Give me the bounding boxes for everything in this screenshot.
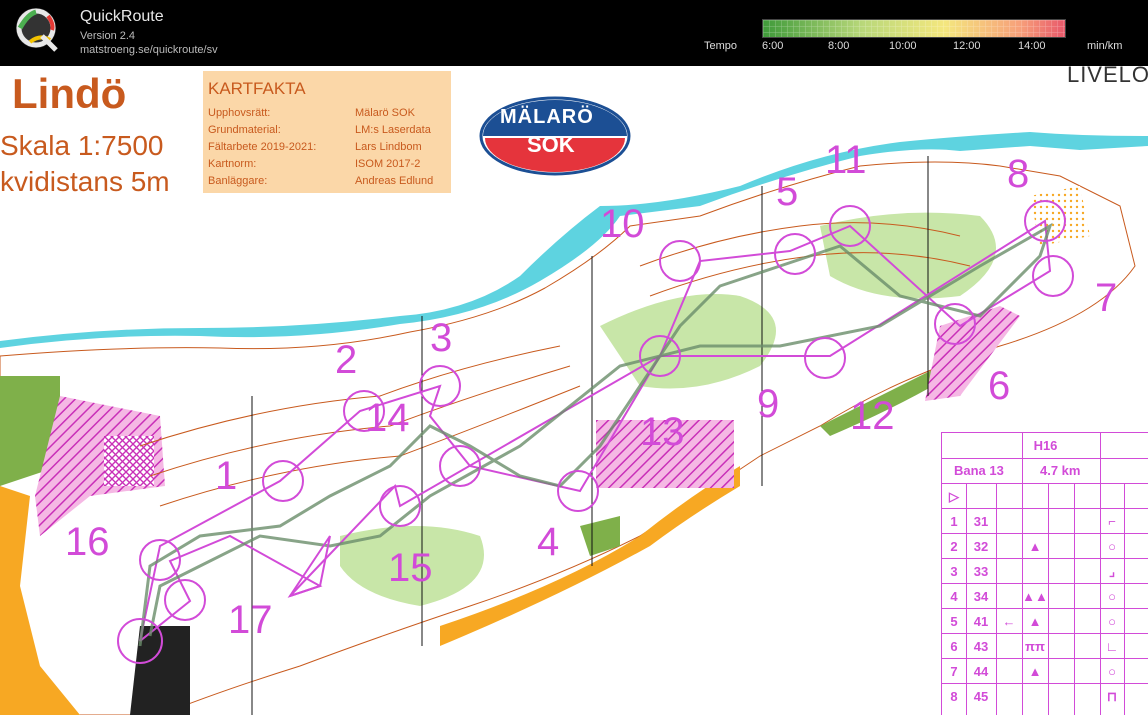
description-class: H16 — [942, 433, 1148, 459]
tempo-color-scale — [762, 19, 1066, 38]
quickroute-logo-icon — [16, 8, 58, 52]
fact-value: ISOM 2017-2 — [355, 158, 421, 170]
description-row: 8 45 ⊓ — [942, 683, 1148, 709]
fact-key: Fältarbete 2019-2021: — [208, 141, 317, 153]
app-url: matstroeng.se/quickroute/sv — [80, 44, 218, 56]
control-number: 5 — [776, 170, 799, 214]
control-number: 6 — [988, 364, 1011, 408]
control-number: 2 — [335, 338, 358, 382]
description-row: 3 33 ⌟ — [942, 558, 1148, 584]
control-number: 9 — [757, 382, 780, 426]
tempo-tick: 14:00 — [1018, 40, 1046, 52]
control-number: 17 — [228, 598, 273, 642]
control-number: 16 — [65, 520, 110, 564]
description-row: 2 32 ▲ ○ — [942, 533, 1148, 559]
tempo-tick: 8:00 — [828, 40, 850, 52]
map-contour-interval: kvidistans 5m — [0, 166, 170, 197]
description-start-row: ▷ — [942, 483, 1148, 509]
control-number: 7 — [1095, 276, 1118, 320]
fact-value: Lars Lindbom — [355, 141, 422, 153]
description-row: 7 44 ▲ ○ — [942, 658, 1148, 684]
map-title: Lindö — [12, 70, 127, 117]
corner-text: LIVELO — [1066, 66, 1148, 87]
control-description-sheet: H16 Bana 13 4.7 km ▷ 1 31 ⌐ 2 32 ▲ ○ 3 3… — [941, 432, 1148, 715]
control-number: 13 — [640, 410, 685, 454]
tempo-tick: 10:00 — [889, 40, 917, 52]
fact-value: LM:s Laserdata — [355, 124, 431, 136]
orienteering-map[interactable]: Lindö Skala 1:7500 kvidistans 5m LIVELO … — [0, 66, 1148, 715]
tempo-tick: 12:00 — [953, 40, 981, 52]
description-course: Bana 13 — [954, 463, 1004, 478]
control-number: 11 — [825, 138, 867, 182]
tempo-label: Tempo — [704, 40, 738, 52]
map-scale: Skala 1:7500 — [0, 130, 164, 161]
control-number: 8 — [1007, 152, 1030, 196]
control-number: 4 — [537, 520, 560, 564]
description-row: 5 41 ← ▲ ○ — [942, 608, 1148, 634]
control-number: 3 — [430, 316, 453, 360]
tempo-tick: 6:00 — [762, 40, 784, 52]
fact-value: Andreas Edlund — [355, 175, 434, 187]
control-number: 15 — [388, 546, 433, 590]
description-row: 4 34 ▲▲ ○ — [942, 583, 1148, 609]
club-logo-bottom-text: SOK — [527, 132, 575, 157]
app-header: QuickRoute Version 2.4 matstroeng.se/qui… — [0, 0, 1148, 66]
fact-key: Kartnorm: — [208, 158, 257, 170]
control-number: 10 — [600, 202, 645, 246]
description-row: 1 31 ⌐ — [942, 508, 1148, 534]
app-version: Version 2.4 — [80, 30, 136, 42]
tempo-unit: min/km — [1087, 40, 1123, 52]
start-triangle-icon: ▷ — [949, 489, 959, 504]
fact-key: Upphovsrätt: — [208, 107, 271, 119]
control-number: 14 — [365, 396, 410, 440]
control-number: 12 — [850, 394, 895, 438]
control-number: 1 — [215, 454, 238, 498]
kartfakta-heading: KARTFAKTA — [208, 79, 306, 98]
description-length: 4.7 km — [1040, 463, 1081, 478]
fact-value: Mälarö SOK — [355, 107, 415, 119]
app-title: QuickRoute — [80, 8, 164, 25]
fact-key: Grundmaterial: — [208, 124, 281, 136]
kartfakta-box: KARTFAKTA Upphovsrätt: Mälarö SOK Grundm… — [203, 71, 451, 193]
club-logo-top-text: MÄLARÖ — [500, 106, 594, 128]
description-row: 6 43 ππ ∟ — [942, 633, 1148, 659]
fact-key: Banläggare: — [208, 175, 268, 187]
